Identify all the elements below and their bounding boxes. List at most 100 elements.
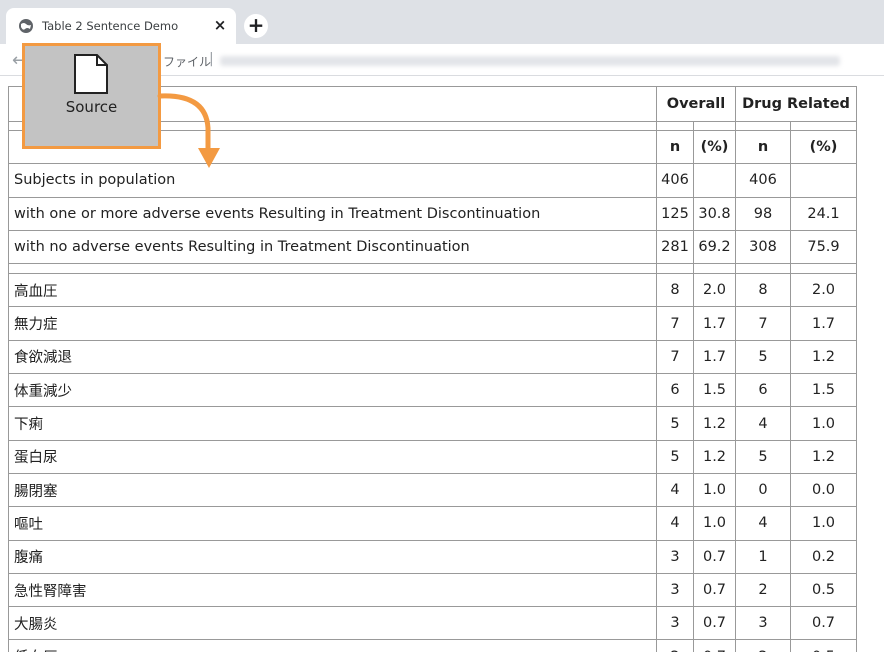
- source-label: Source: [65, 98, 118, 116]
- table-row: 下痢 5 1.2 4 1.0: [8, 406, 857, 441]
- overall-pct-cell: 0.7: [693, 639, 736, 652]
- drug-n-cell: 2: [735, 639, 791, 652]
- drug-n-cell: 0: [735, 472, 791, 508]
- overall-pct-cell: 1.7: [693, 306, 736, 341]
- overall-n-cell: 6: [656, 373, 694, 408]
- overall-pct-cell: 2.0: [693, 273, 736, 308]
- overall-pct-cell: 1.0: [693, 506, 736, 541]
- drug-pct-cell: 0.0: [790, 472, 857, 508]
- drug-pct-cell: 0.2: [790, 539, 857, 574]
- row-label: with one or more adverse events Resultin…: [8, 196, 657, 231]
- drug-n-cell: 2: [735, 572, 791, 608]
- overall-n-cell: 7: [656, 339, 694, 375]
- row-label: 大腸炎: [8, 606, 657, 641]
- page-content: Overall Drug Related n (%) n (%) Subject…: [8, 86, 857, 652]
- drug-pct-cell: 0.7: [790, 606, 857, 641]
- drug-pct-cell: 1.5: [790, 373, 857, 408]
- address-scheme-label[interactable]: ファイル: [163, 53, 211, 70]
- overall-n-cell: 3: [656, 572, 694, 608]
- table-row: 食欲減退 7 1.7 5 1.2: [8, 339, 857, 375]
- overall-n-cell: 5: [656, 406, 694, 441]
- drug-pct-cell: 24.1: [790, 196, 857, 231]
- row-label: 下痢: [8, 406, 657, 441]
- overall-n-cell: 5: [656, 439, 694, 474]
- overall-pct-cell: 1.7: [693, 339, 736, 375]
- header-overall: Overall: [656, 86, 736, 122]
- section-spacer: [8, 263, 857, 275]
- overall-n-cell: 8: [656, 273, 694, 308]
- table-row: 大腸炎 3 0.7 3 0.7: [8, 606, 857, 641]
- row-label: 蛋白尿: [8, 439, 657, 474]
- overall-n-cell: 3: [656, 539, 694, 574]
- overall-n-cell: 406: [656, 163, 694, 198]
- document-icon: [74, 54, 108, 94]
- header-overall-n: n: [656, 129, 694, 165]
- drug-n-cell: 98: [735, 196, 791, 231]
- overall-pct-cell: 0.7: [693, 606, 736, 641]
- row-label: 高血圧: [8, 273, 657, 308]
- overall-pct-cell: 30.8: [693, 196, 736, 231]
- overall-pct-cell: 0.7: [693, 539, 736, 574]
- new-tab-button[interactable]: +: [244, 14, 268, 38]
- drug-n-cell: 3: [735, 606, 791, 641]
- overall-n-cell: 4: [656, 506, 694, 541]
- overall-n-cell: 281: [656, 229, 694, 265]
- drug-pct-cell: 2.0: [790, 273, 857, 308]
- event-rows: 高血圧 8 2.0 8 2.0 無力症 7 1.7 7 1.7 食欲減退 7 1.7 5 1.2 体重減少 6 1…: [8, 273, 857, 652]
- drug-n-cell: 7: [735, 306, 791, 341]
- overall-n-cell: 7: [656, 306, 694, 341]
- overall-pct-cell: 0.7: [693, 572, 736, 608]
- row-label: 体重減少: [8, 373, 657, 408]
- section-spacer-row: [8, 263, 857, 275]
- drug-pct-cell: [790, 163, 857, 198]
- row-label: 低血圧: [8, 639, 657, 652]
- drug-n-cell: 5: [735, 439, 791, 474]
- drug-pct-cell: 1.2: [790, 339, 857, 375]
- table-row: 蛋白尿 5 1.2 5 1.2: [8, 439, 857, 474]
- drug-pct-cell: 0.5: [790, 639, 857, 652]
- overall-pct-cell: 1.2: [693, 439, 736, 474]
- row-label: 腸閉塞: [8, 472, 657, 508]
- tab-title: Table 2 Sentence Demo: [42, 19, 179, 33]
- address-separator: |: [209, 51, 214, 67]
- drug-pct-cell: 75.9: [790, 229, 857, 265]
- drug-n-cell: 5: [735, 339, 791, 375]
- drug-n-cell: 6: [735, 373, 791, 408]
- overall-n-cell: 125: [656, 196, 694, 231]
- overall-n-cell: 4: [656, 472, 694, 508]
- header-drug-n: n: [735, 129, 791, 165]
- overall-n-cell: 3: [656, 606, 694, 641]
- row-label: Subjects in population: [8, 163, 657, 198]
- table-row: 無力症 7 1.7 7 1.7: [8, 306, 857, 341]
- drug-pct-cell: 1.0: [790, 506, 857, 541]
- table-row: 高血圧 8 2.0 8 2.0: [8, 273, 857, 308]
- table-row: 腸閉塞 4 1.0 0 0.0: [8, 472, 857, 508]
- address-url-blurred[interactable]: [220, 56, 840, 66]
- row-label: 嘔吐: [8, 506, 657, 541]
- table-row: 嘔吐 4 1.0 4 1.0: [8, 506, 857, 541]
- drug-pct-cell: 1.7: [790, 306, 857, 341]
- table-row: with one or more adverse events Resultin…: [8, 196, 857, 231]
- globe-icon: [19, 19, 33, 33]
- drug-n-cell: 8: [735, 273, 791, 308]
- row-label: 食欲減退: [8, 339, 657, 375]
- close-tab-icon[interactable]: ×: [212, 17, 228, 33]
- overall-pct-cell: 1.5: [693, 373, 736, 408]
- drug-n-cell: 308: [735, 229, 791, 265]
- table-row: 低血圧20.720.5: [8, 639, 857, 652]
- row-label: with no adverse events Resulting in Trea…: [8, 229, 657, 265]
- drug-n-cell: 4: [735, 506, 791, 541]
- table-row: with no adverse events Resulting in Trea…: [8, 229, 857, 265]
- drug-pct-cell: 1.0: [790, 406, 857, 441]
- browser-tab[interactable]: Table 2 Sentence Demo ×: [6, 8, 236, 44]
- source-callout[interactable]: Source: [22, 43, 161, 149]
- adverse-events-table: Overall Drug Related n (%) n (%) Subject…: [8, 86, 857, 652]
- overall-pct-cell: [693, 163, 736, 198]
- row-label: 腹痛: [8, 539, 657, 574]
- row-label: 無力症: [8, 306, 657, 341]
- table-row: 急性腎障害 3 0.7 2 0.5: [8, 572, 857, 608]
- header-drug-related: Drug Related: [735, 86, 857, 122]
- table-row: Subjects in population 406 406: [8, 163, 857, 198]
- drug-n-cell: 1: [735, 539, 791, 574]
- drug-pct-cell: 0.5: [790, 572, 857, 608]
